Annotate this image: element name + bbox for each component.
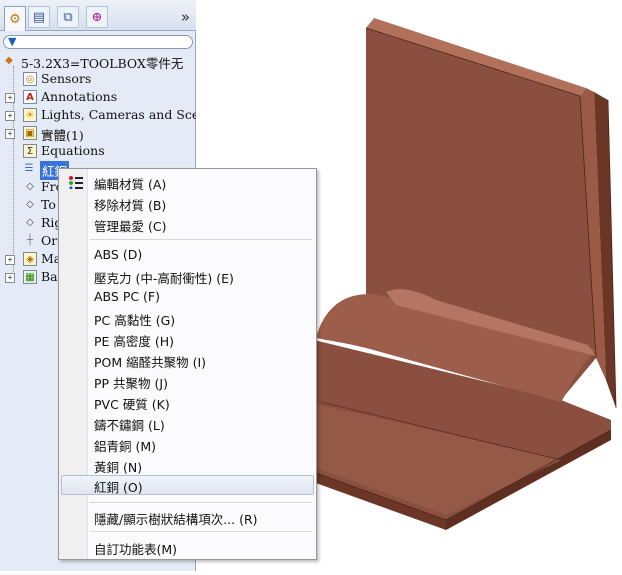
menu-item-remove-material[interactable]: 移除材質 (B) — [61, 193, 314, 213]
feature-manager-tab[interactable]: ⚙ — [4, 6, 26, 31]
configuration-manager-tab[interactable]: ⧉ — [57, 6, 79, 28]
dimxpert-tab-icon: ⊕ — [91, 9, 103, 25]
menu-item-label: PVC 硬質 (K) — [94, 397, 170, 412]
menu-item-material-pvc[interactable]: PVC 硬質 (K) — [61, 392, 314, 412]
expand-icon[interactable]: + — [5, 111, 15, 121]
expand-icon[interactable]: + — [5, 273, 15, 283]
expand-icon[interactable]: + — [5, 255, 15, 265]
tree-item-label: Sensors — [41, 71, 92, 86]
menu-item-manage-favorites[interactable]: 管理最愛 (C) — [61, 214, 314, 234]
expand-icon[interactable]: + — [5, 93, 15, 103]
menu-item-edit-material[interactable]: 編輯材質 (A) — [61, 172, 314, 192]
panel-tab-bar: ⚙ ▤ ⧉ ⊕ » — [0, 0, 196, 31]
plane-icon: ◇ — [26, 181, 34, 192]
menu-item-label: 隱藏/顯示樹狀結構項次... (R) — [94, 512, 258, 527]
menu-item-material-abs-pc[interactable]: ABS PC (F) — [61, 287, 314, 307]
menu-item-hide-show-tree-items[interactable]: 隱藏/顯示樹狀結構項次... (R) — [61, 507, 314, 527]
tree-item-label: Ba — [41, 269, 58, 284]
menu-item-label: 管理最愛 (C) — [94, 219, 167, 234]
menu-item-label: 鑄不鏽鋼 (L) — [94, 418, 165, 433]
part-icon: ◆ — [5, 55, 13, 66]
menu-separator — [90, 239, 312, 241]
feature-manager-tab-icon: ⚙ — [9, 11, 21, 27]
menu-separator — [90, 531, 312, 533]
macro-feature-icon: ◈ — [23, 252, 37, 266]
tree-item-label: 實體(1) — [41, 128, 84, 143]
menu-item-material-acrylic[interactable]: 壓克力 (中-高耐衝性) (E) — [61, 266, 314, 286]
menu-item-material-pp[interactable]: PP 共聚物 (J) — [61, 371, 314, 391]
solid-bodies-icon: ▣ — [23, 126, 37, 140]
menu-item-label: POM 縮醛共聚物 (I) — [94, 355, 207, 370]
menu-item-customize-menu[interactable]: 自訂功能表(M) — [61, 537, 314, 557]
property-manager-tab-icon: ▤ — [32, 9, 46, 25]
origin-icon: ┼ — [26, 235, 34, 246]
material-context-menu: 編輯材質 (A) 移除材質 (B) 管理最愛 (C) ABS (D) 壓克力 (… — [58, 168, 317, 560]
tree-root-label: 5-3.2X3=TOOLBOX零件无 — [21, 56, 184, 71]
menu-item-material-pom[interactable]: POM 縮醛共聚物 (I) — [61, 350, 314, 370]
menu-item-label: PC 高黏性 (G) — [94, 313, 176, 328]
plane-icon: ◇ — [26, 199, 34, 210]
menu-item-label: 移除材質 (B) — [94, 198, 167, 213]
tree-item-label: Lights, Cameras and Scene — [41, 107, 215, 122]
tree-filter-input[interactable]: ▼ — [3, 35, 193, 49]
menu-item-label: PP 共聚物 (J) — [94, 376, 168, 391]
menu-item-label: ABS (D) — [94, 247, 143, 262]
menu-item-label: 黃銅 (N) — [94, 460, 143, 475]
expand-icon[interactable]: + — [5, 129, 15, 139]
menu-item-material-aluminum-bronze[interactable]: 鋁青銅 (M) — [61, 434, 314, 454]
menu-separator — [90, 502, 312, 504]
more-tabs-chevron-icon[interactable]: » — [181, 8, 190, 26]
edit-material-icon — [69, 176, 83, 189]
menu-item-material-cast-stainless[interactable]: 鑄不鏽鋼 (L) — [61, 413, 314, 433]
menu-item-material-copper[interactable]: 紅銅 (O) — [61, 475, 314, 495]
annotation-icon: A — [23, 90, 37, 104]
menu-item-material-brass[interactable]: 黃銅 (N) — [61, 455, 314, 475]
tree-item-label: Or — [41, 233, 58, 248]
menu-item-label: 鋁青銅 (M) — [94, 439, 157, 454]
base-flange-icon: ▦ — [23, 270, 37, 284]
lights-icon: ☀ — [23, 108, 37, 122]
property-manager-tab[interactable]: ▤ — [28, 6, 50, 28]
tree-item-label: Equations — [41, 143, 105, 158]
menu-item-label: PE 高密度 (H) — [94, 334, 175, 349]
tree-item-label: To — [41, 197, 56, 212]
dimxpert-tab[interactable]: ⊕ — [86, 6, 108, 28]
equations-icon: Σ — [23, 144, 37, 158]
menu-item-material-pe[interactable]: PE 高密度 (H) — [61, 329, 314, 349]
menu-item-material-abs[interactable]: ABS (D) — [61, 245, 314, 265]
menu-item-label: 自訂功能表(M) — [94, 542, 178, 557]
configuration-manager-tab-icon: ⧉ — [63, 9, 73, 25]
menu-item-label: ABS PC (F) — [94, 289, 160, 304]
menu-item-label: 編輯材質 (A) — [94, 177, 167, 192]
plane-icon: ◇ — [26, 217, 34, 228]
menu-item-label: 壓克力 (中-高耐衝性) (E) — [94, 271, 234, 286]
tree-item-label: Annotations — [41, 89, 118, 104]
filter-funnel-icon: ▼ — [8, 35, 17, 48]
menu-item-material-pc[interactable]: PC 高黏性 (G) — [61, 308, 314, 328]
menu-item-label: 紅銅 (O) — [94, 480, 143, 495]
sensor-icon: ◎ — [23, 72, 37, 86]
material-icon: ☰ — [24, 163, 34, 174]
